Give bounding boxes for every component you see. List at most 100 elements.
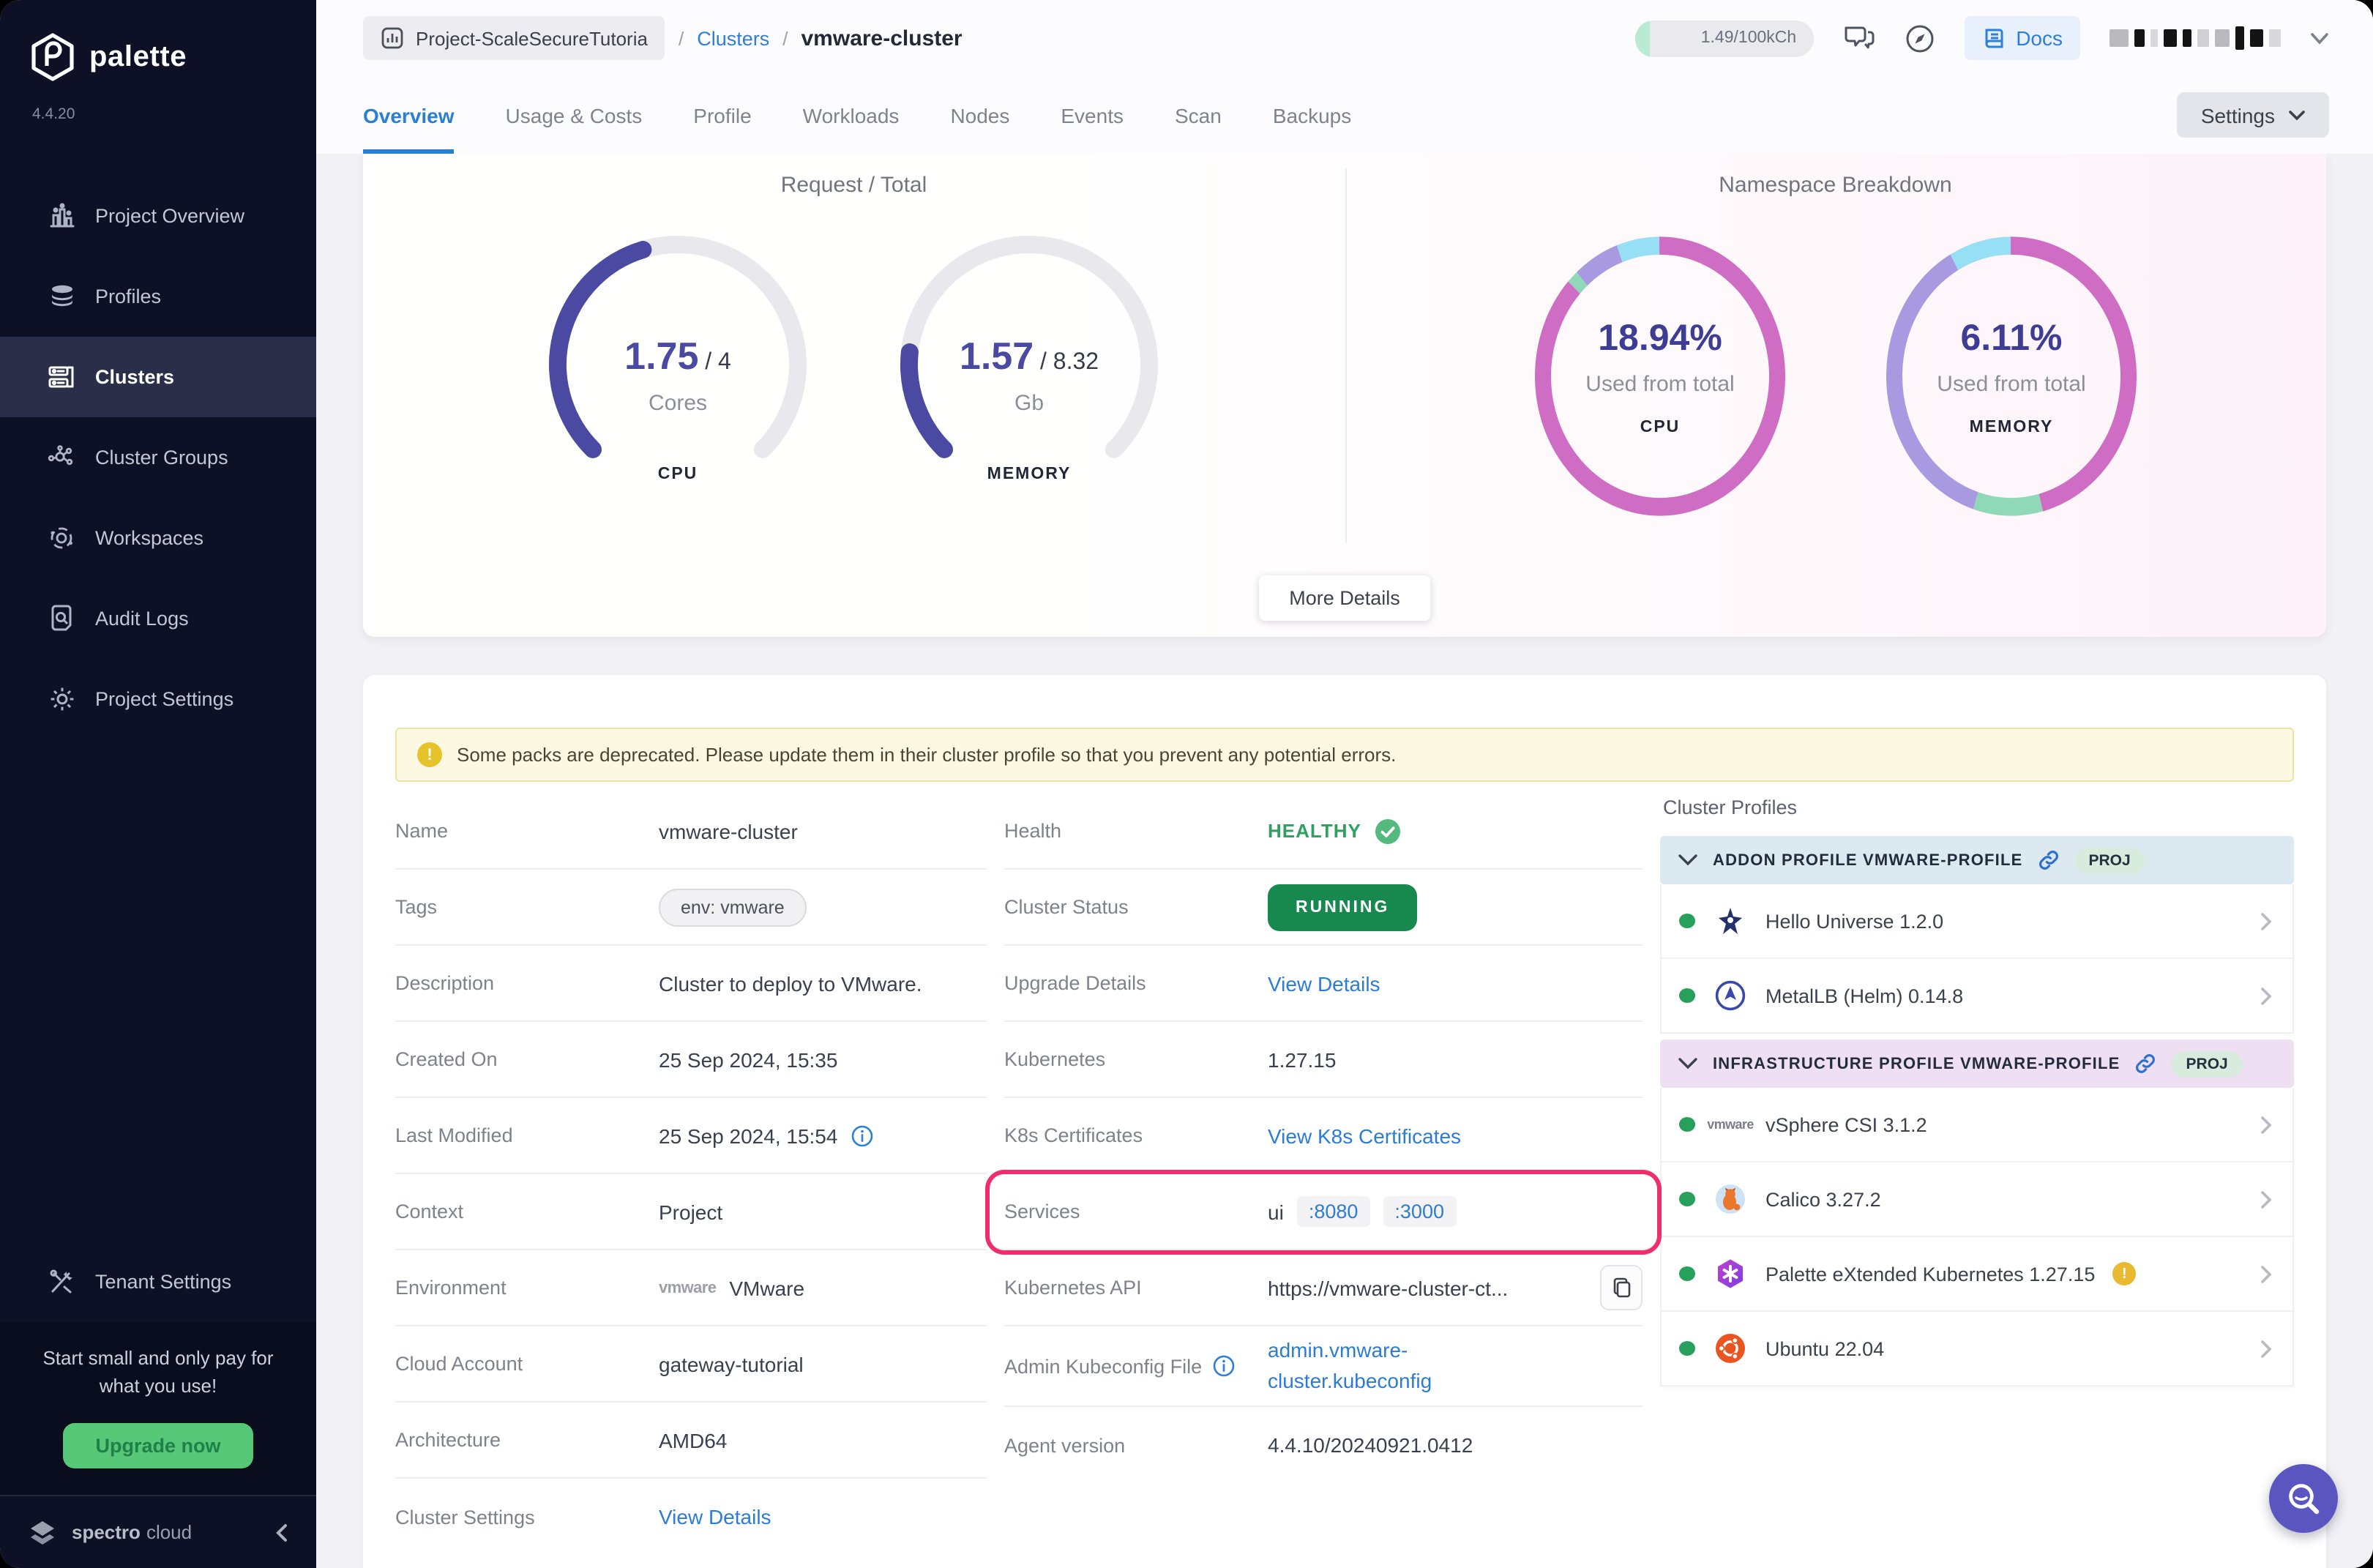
detail-row-services[interactable]: Servicesui:8080:3000 (990, 1174, 1657, 1250)
collapse-sidebar-icon[interactable] (272, 1522, 290, 1542)
tab-overview[interactable]: Overview (363, 76, 455, 154)
cluster-tabs: Overview Usage & Costs Profile Workloads Nod… (363, 76, 1351, 154)
more-details-button[interactable]: More Details (1258, 575, 1431, 621)
sidebar-footer: spectrocloud (0, 1495, 316, 1568)
detail-label: Context (395, 1201, 659, 1222)
info-icon[interactable] (851, 1124, 874, 1147)
cluster-status-badge[interactable]: RUNNING (1268, 884, 1417, 930)
status-dot-green (1679, 1341, 1695, 1356)
tab-workloads[interactable]: Workloads (803, 76, 900, 154)
detail-value-created-on: 25 Sep 2024, 15:35 (659, 1048, 837, 1071)
sidebar-item-project-settings[interactable]: Project Settings (0, 659, 316, 739)
detail-value-last-modified: 25 Sep 2024, 15:54 (659, 1124, 874, 1147)
tab-usage-costs[interactable]: Usage & Costs (506, 76, 643, 154)
sidebar-item-project-overview[interactable]: Project Overview (0, 176, 316, 256)
profile-pack-hello-universe-1-2-0[interactable]: Hello Universe 1.2.0 (1660, 884, 2294, 959)
pxk-logo (1713, 1258, 1748, 1290)
brand-logo: palette (0, 0, 316, 82)
link-icon (2038, 849, 2060, 871)
settings-button[interactable]: Settings (2178, 92, 2329, 138)
profile-group-label: ADDON PROFILE VMWARE-PROFILE (1713, 851, 2023, 869)
detail-row-cluster-settings: Cluster SettingsView Details (395, 1479, 987, 1555)
profile-pack-metallb-helm-0-14-8[interactable]: MetalLB (Helm) 0.14.8 (1660, 959, 2294, 1034)
detail-value-kubernetes-api: https://vmware-cluster-ct... (1268, 1265, 1643, 1310)
tab-backups[interactable]: Backups (1273, 76, 1351, 154)
detail-row-cluster-status: Cluster StatusRUNNING (1004, 870, 1643, 946)
detail-row-last-modified: Last Modified25 Sep 2024, 15:54 (395, 1098, 987, 1174)
gauge-cpu: 1.75 / 4CoresCPU (539, 230, 818, 490)
profile-group-header[interactable]: ADDON PROFILE VMWARE-PROFILEPROJ (1660, 836, 2294, 884)
upgrade-now-button[interactable]: Upgrade now (63, 1423, 253, 1468)
pack-name: Hello Universe 1.2.0 (1765, 910, 1943, 932)
docs-button[interactable]: Docs (1965, 16, 2080, 60)
detail-row-cloud-account: Cloud Accountgateway-tutorial (395, 1326, 987, 1403)
compass-icon[interactable] (1905, 23, 1935, 53)
usage-quota-pill[interactable]: 1.49/100kCh (1635, 20, 1814, 56)
info-icon[interactable] (1212, 1354, 1236, 1378)
service-port-link[interactable]: :8080 (1297, 1196, 1370, 1227)
detail-row-context: ContextProject (395, 1174, 987, 1250)
tab-nodes[interactable]: Nodes (950, 76, 1009, 154)
svg-text:CPU: CPU (1640, 417, 1680, 436)
gear-icon (47, 684, 76, 714)
chevron-right-icon (2260, 986, 2272, 1005)
detail-label: Name (395, 820, 659, 842)
profile-pack-palette-extended-kubernetes-1-27-15[interactable]: Palette eXtended Kubernetes 1.27.15! (1660, 1237, 2294, 1312)
audit-icon (47, 604, 76, 633)
kubeconfig-download-link[interactable]: admin.vmware-cluster.kubeconfig (1268, 1335, 1517, 1397)
sidebar-item-label: Project Overview (95, 205, 244, 227)
svg-text:Cores: Cores (649, 391, 707, 415)
sidebar-item-workspaces[interactable]: Workspaces (0, 498, 316, 578)
svg-text:1.75 / 4: 1.75 / 4 (625, 335, 732, 378)
svg-text:Used from total: Used from total (1585, 372, 1734, 396)
breadcrumb-separator: / (679, 27, 684, 49)
detail-row-tags: Tagsenv: vmware (395, 870, 987, 946)
sidebar-item-tenant-settings[interactable]: Tenant Settings (0, 1242, 316, 1323)
docs-label: Docs (2016, 26, 2063, 50)
profile-pack-calico-3-27-2[interactable]: Calico 3.27.2 (1660, 1162, 2294, 1237)
user-menu-chevron-down-icon[interactable] (2310, 31, 2329, 45)
sidebar-item-cluster-groups[interactable]: Cluster Groups (0, 417, 316, 498)
sidebar-nav: Project Overview ProfilesClustersCluster … (0, 176, 316, 739)
top-bar: Project-ScaleSecureTutoria / Clusters / … (316, 0, 2373, 76)
gauge-memory: 1.57 / 8.32GbMEMORY (891, 230, 1169, 490)
cluster-details-card: ! Some packs are deprecated. Please upda… (363, 675, 2326, 1568)
healthy-check-icon (1375, 818, 1401, 844)
link-view-details[interactable]: View Details (1268, 971, 1380, 995)
link-view-k8s-certificates[interactable]: View K8s Certificates (1268, 1124, 1461, 1147)
main-area: Project-ScaleSecureTutoria / Clusters / … (316, 0, 2373, 1568)
user-name-redacted[interactable] (2109, 26, 2281, 50)
chevron-right-icon (2260, 911, 2272, 930)
profile-group-infrastructure-profile-vmware-profile: INFRASTRUCTURE PROFILE VMWARE-PROFILEPRO… (1660, 1039, 2294, 1386)
search-help-fab[interactable] (2269, 1464, 2338, 1533)
sidebar-item-clusters[interactable]: Clusters (0, 337, 316, 417)
breadcrumb-project[interactable]: Project-ScaleSecureTutoria (363, 16, 665, 60)
donut-charts: 18.94%Used from totalCPU6.11%Used from t… (1345, 230, 2326, 540)
detail-value-admin-kubeconfig-file: admin.vmware-cluster.kubeconfig (1268, 1335, 1517, 1397)
tab-events[interactable]: Events (1061, 76, 1124, 154)
profile-group-header[interactable]: INFRASTRUCTURE PROFILE VMWARE-PROFILEPRO… (1660, 1039, 2294, 1088)
detail-row-name: Namevmware-cluster (395, 794, 987, 870)
link-view-details[interactable]: View Details (659, 1505, 771, 1528)
detail-label: Cloud Account (395, 1353, 659, 1375)
breadcrumb-clusters-link[interactable]: Clusters (697, 27, 769, 49)
detail-label: Cluster Status (1004, 896, 1268, 918)
detail-row-health: HealthHEALTHY (1004, 794, 1643, 870)
profile-pack-ubuntu-22-04[interactable]: Ubuntu 22.04 (1660, 1312, 2294, 1386)
vmware-logo: vmware (659, 1279, 716, 1296)
tab-scan[interactable]: Scan (1175, 76, 1222, 154)
chat-icon[interactable] (1843, 23, 1875, 53)
tab-profile[interactable]: Profile (693, 76, 751, 154)
copy-button[interactable] (1600, 1265, 1643, 1310)
chevron-down-icon (1678, 1057, 1698, 1070)
sidebar-item-audit-logs[interactable]: Audit Logs (0, 578, 316, 659)
service-port-link[interactable]: :3000 (1383, 1196, 1456, 1227)
sidebar-item-profiles[interactable]: Profiles (0, 256, 316, 337)
profile-pack-vsphere-csi-3-1-2[interactable]: vmwarevSphere CSI 3.1.2 (1660, 1088, 2294, 1162)
details-column-left: Namevmware-clusterTagsenv: vmwareDescrip… (395, 794, 987, 1555)
detail-label: Description (395, 972, 659, 994)
bar-chart-icon (47, 201, 76, 231)
server-icon (47, 362, 76, 392)
detail-value-name: vmware-cluster (659, 819, 798, 843)
svg-text:MEMORY: MEMORY (987, 463, 1072, 482)
